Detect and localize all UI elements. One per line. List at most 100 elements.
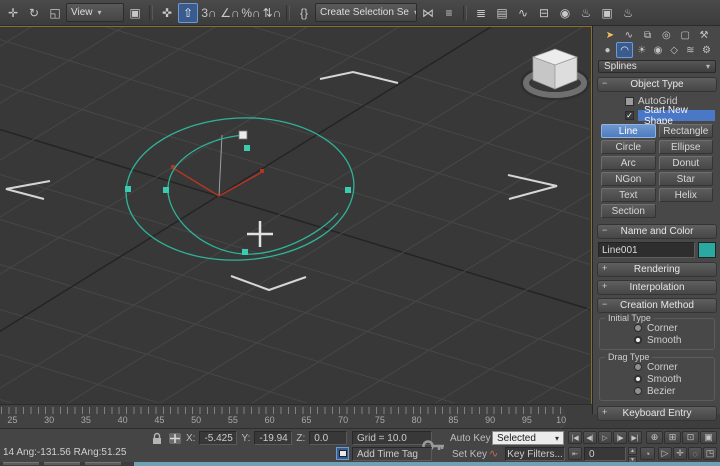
shape-button[interactable]: Rectangle: [659, 124, 714, 138]
schematic-view-icon[interactable]: ⊟: [534, 3, 554, 23]
category-shapes-icon[interactable]: ◠: [616, 42, 633, 58]
auto-key-button[interactable]: Auto Key: [450, 431, 491, 445]
tab-utilities[interactable]: ⚒: [696, 28, 712, 42]
prompt-line-button[interactable]: [336, 447, 349, 460]
selection-set-dropdown[interactable]: Selected: [492, 431, 564, 445]
tab-create[interactable]: ➤: [602, 28, 618, 42]
category-geometry-icon[interactable]: ●: [600, 43, 615, 57]
frame-label: 30: [31, 415, 68, 425]
zoom-extents-all-icon[interactable]: ▣: [700, 431, 717, 444]
perspective-viewport[interactable]: [0, 26, 592, 404]
autogrid-checkbox[interactable]: [625, 97, 634, 106]
mirror-icon[interactable]: ⋈: [418, 3, 438, 23]
shape-button[interactable]: Text: [601, 188, 656, 202]
named-selection-sets-dropdown[interactable]: Create Selection Se: [315, 3, 417, 22]
shape-category-dropdown[interactable]: Splines: [598, 60, 716, 73]
next-frame-icon[interactable]: |▶: [613, 431, 627, 444]
radio-option[interactable]: Smooth: [600, 334, 714, 346]
radio-option[interactable]: Smooth: [600, 373, 714, 385]
shape-button[interactable]: NGon: [601, 172, 656, 186]
add-time-tag-button[interactable]: Add Time Tag: [352, 447, 432, 461]
percent-snap-icon[interactable]: %∩: [241, 3, 261, 23]
category-cameras-icon[interactable]: ◉: [650, 43, 665, 57]
key-mode-toggle[interactable]: ⇤: [568, 447, 582, 460]
rollout-object-type[interactable]: Object Type: [597, 77, 717, 92]
layer-manager-icon[interactable]: ≣: [471, 3, 491, 23]
radio-option[interactable]: Corner: [600, 322, 714, 334]
category-helpers-icon[interactable]: ◇: [667, 43, 682, 57]
shape-button[interactable]: Section: [601, 204, 656, 218]
zoom-region-icon[interactable]: ▷: [658, 447, 672, 460]
zoom-all-icon[interactable]: ⊞: [664, 431, 681, 444]
default-tangent-icon[interactable]: ∿: [489, 447, 498, 460]
orbit-icon[interactable]: ◌: [688, 447, 702, 460]
maximize-viewport-icon[interactable]: ◳: [703, 447, 717, 460]
object-name-field[interactable]: Line001: [598, 242, 695, 258]
shape-button[interactable]: Helix: [659, 188, 714, 202]
rollout-keyboard-entry[interactable]: Keyboard Entry: [597, 406, 717, 421]
curve-editor-icon[interactable]: ∿: [513, 3, 533, 23]
render-production-icon[interactable]: ♨: [618, 3, 638, 23]
viewport-canvas: [0, 27, 590, 403]
time-configuration-button[interactable]: ◔: [640, 447, 655, 460]
material-editor-icon[interactable]: ◉: [555, 3, 575, 23]
z-coordinate-field[interactable]: 0.0: [309, 431, 347, 445]
object-color-swatch[interactable]: [698, 242, 716, 258]
current-frame-field[interactable]: 0: [584, 447, 626, 461]
category-lights-icon[interactable]: ☀: [634, 43, 649, 57]
select-and-move-icon[interactable]: ✛: [3, 3, 23, 23]
select-and-scale-icon[interactable]: ◱: [45, 3, 65, 23]
use-pivot-point-center-icon[interactable]: ▣: [125, 3, 145, 23]
set-key-button[interactable]: Set Key: [452, 447, 487, 461]
y-coordinate-field[interactable]: -19.94: [254, 431, 292, 445]
viewcube[interactable]: [525, 49, 585, 96]
category-systems-icon[interactable]: ⚙: [699, 43, 714, 57]
zoom-extents-icon[interactable]: ⊡: [682, 431, 699, 444]
rollout-interpolation[interactable]: Interpolation: [597, 280, 717, 295]
play-animation-icon[interactable]: ▷: [598, 431, 612, 444]
go-to-start-icon[interactable]: |◀: [568, 431, 582, 444]
reference-coordinate-system-dropdown[interactable]: View: [66, 3, 124, 22]
absolute-mode-toggle-icon[interactable]: [168, 432, 182, 445]
tab-motion[interactable]: ◎: [658, 28, 674, 42]
tab-display[interactable]: ▢: [677, 28, 693, 42]
shape-button[interactable]: Arc: [601, 156, 656, 170]
time-slider-ruler[interactable]: 253035404550556065707580859095100: [0, 406, 566, 429]
tab-modify[interactable]: ∿: [621, 28, 637, 42]
radio-option[interactable]: Corner: [600, 361, 714, 373]
keyboard-shortcut-override-icon[interactable]: ⇧: [178, 3, 198, 23]
selection-lock-icon[interactable]: [151, 432, 163, 445]
graphite-ribbon-icon[interactable]: ▤: [492, 3, 512, 23]
pan-icon[interactable]: ✛: [673, 447, 687, 460]
rollout-name-and-color[interactable]: Name and Color: [597, 224, 717, 239]
rollout-rendering[interactable]: Rendering: [597, 262, 717, 277]
select-and-rotate-icon[interactable]: ↻: [24, 3, 44, 23]
start-new-shape-checkbox[interactable]: [625, 111, 634, 120]
frame-label: 60: [251, 415, 288, 425]
snaps-toggle-3d-icon[interactable]: 3∩: [199, 3, 219, 23]
shape-button[interactable]: Circle: [601, 140, 656, 154]
rollout-creation-method[interactable]: Creation Method: [597, 298, 717, 313]
angle-snap-icon[interactable]: ∠∩: [220, 3, 240, 23]
category-space-warps-icon[interactable]: ≋: [683, 43, 698, 57]
rendered-frame-window-icon[interactable]: ▣: [597, 3, 617, 23]
frame-spinner[interactable]: ▲▼: [628, 447, 637, 460]
tab-hierarchy[interactable]: ⧉: [640, 28, 656, 42]
go-to-end-icon[interactable]: ▶|: [628, 431, 642, 444]
render-setup-icon[interactable]: ♨: [576, 3, 596, 23]
key-filters-button[interactable]: Key Filters...: [505, 447, 565, 461]
edit-named-selection-sets-icon[interactable]: {}: [294, 3, 314, 23]
align-icon[interactable]: ≡: [439, 3, 459, 23]
start-new-shape-button[interactable]: Start New Shape: [638, 110, 715, 121]
shape-button[interactable]: Star: [659, 172, 714, 186]
command-panel: ➤∿⧉◎▢⚒ ●◠☀◉◇≋⚙ Splines Object Type AutoG…: [592, 26, 720, 414]
x-coordinate-field[interactable]: -5.425: [199, 431, 237, 445]
shape-button[interactable]: Line: [601, 124, 656, 138]
spinner-snap-icon[interactable]: ⇅∩: [262, 3, 282, 23]
radio-option[interactable]: Bezier: [600, 385, 714, 397]
zoom-icon[interactable]: ⊕: [646, 431, 663, 444]
shape-button[interactable]: Donut: [659, 156, 714, 170]
shape-button[interactable]: Ellipse: [659, 140, 714, 154]
previous-frame-icon[interactable]: ◀|: [583, 431, 597, 444]
select-and-manipulate-icon[interactable]: ✜: [157, 3, 177, 23]
